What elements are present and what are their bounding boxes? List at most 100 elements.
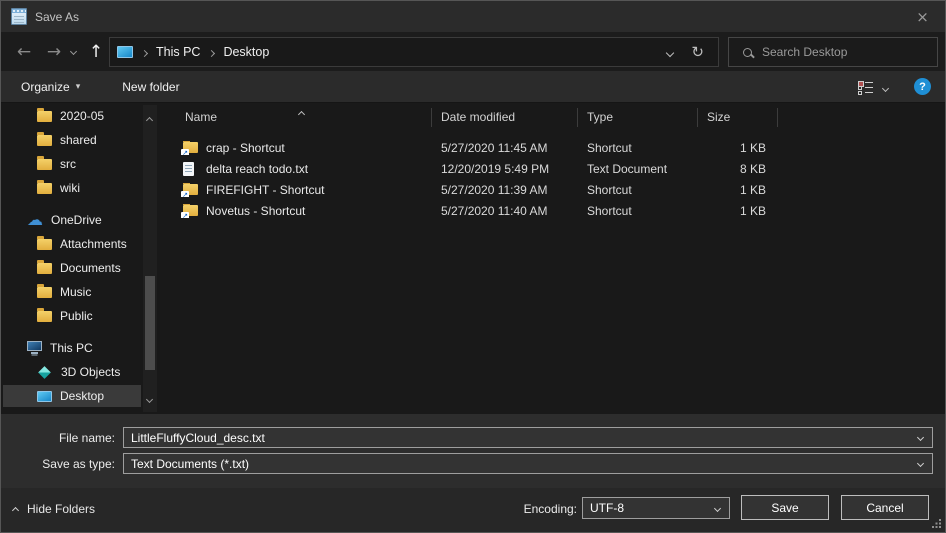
- computer-monitor-icon: [27, 341, 42, 351]
- search-input[interactable]: [762, 45, 922, 59]
- sidebar-item-label: shared: [60, 133, 97, 147]
- back-icon[interactable]: ←: [9, 32, 39, 71]
- sidebar-item-src[interactable]: src: [3, 153, 141, 175]
- filename-panel: File name: Save as type: Text Documents …: [1, 414, 945, 488]
- sidebar-item-public[interactable]: Public: [3, 305, 141, 327]
- file-date: 12/20/2019 5:49 PM: [432, 162, 578, 176]
- sidebar-item-label: wiki: [60, 181, 80, 195]
- new-folder-button[interactable]: New folder: [112, 71, 189, 103]
- sidebar-item-label: This PC: [50, 341, 93, 355]
- text-document-icon: [183, 162, 199, 176]
- file-row-firefight-shortcut[interactable]: FIREFIGHT - Shortcut 5/27/2020 11:39 AM …: [158, 179, 945, 200]
- close-icon[interactable]: ×: [900, 1, 945, 32]
- breadcrumb-chevron-icon: [142, 45, 147, 59]
- sidebar-item-label: 3D Objects: [61, 365, 120, 379]
- sidebar-scrollbar[interactable]: [143, 105, 157, 412]
- scrollbar-thumb[interactable]: [145, 276, 155, 370]
- folder-icon: [37, 159, 52, 170]
- breadcrumb-this-pc[interactable]: This PC: [156, 45, 200, 59]
- folder-icon: [37, 183, 52, 194]
- save-as-type-label: Save as type:: [1, 457, 123, 471]
- sidebar-item-label: 2020-05: [60, 109, 104, 123]
- file-date: 5/27/2020 11:45 AM: [432, 141, 578, 155]
- file-type: Shortcut: [578, 204, 698, 218]
- file-name-combobox: [123, 427, 933, 448]
- folder-icon: [37, 135, 52, 146]
- encoding-select[interactable]: UTF-8: [582, 497, 730, 519]
- breadcrumb-chevron-icon: [209, 45, 214, 59]
- column-header-size[interactable]: Size: [698, 103, 778, 131]
- scroll-down-icon[interactable]: [147, 391, 152, 405]
- this-pc-icon: [117, 46, 133, 58]
- column-header-type[interactable]: Type: [578, 103, 698, 131]
- sidebar-item-label: src: [60, 157, 76, 171]
- encoding-value: UTF-8: [590, 501, 624, 515]
- save-as-type-select[interactable]: Text Documents (*.txt): [123, 453, 933, 474]
- content-area: 2020-05 shared src wiki ☁ OneDrive Attach…: [1, 103, 945, 414]
- file-size: 1 KB: [698, 204, 778, 218]
- cube-3d-icon: [38, 366, 51, 379]
- titlebar: Save As ×: [1, 1, 945, 32]
- file-row-novetus-shortcut[interactable]: Novetus - Shortcut 5/27/2020 11:40 AM Sh…: [158, 200, 945, 221]
- column-divider[interactable]: [777, 108, 778, 127]
- sidebar-item-shared[interactable]: shared: [3, 129, 141, 151]
- folder-shortcut-icon: [183, 141, 199, 155]
- scroll-up-icon[interactable]: [147, 112, 152, 126]
- file-row-delta-reach-todo[interactable]: delta reach todo.txt 12/20/2019 5:49 PM …: [158, 158, 945, 179]
- file-type: Text Document: [578, 162, 698, 176]
- file-name-input[interactable]: [131, 431, 908, 445]
- sidebar-item-label: Attachments: [60, 237, 127, 251]
- file-type: Shortcut: [578, 141, 698, 155]
- save-button[interactable]: Save: [741, 495, 829, 520]
- view-dropdown-chevron-icon[interactable]: [883, 80, 888, 94]
- chevron-down-icon: [917, 460, 924, 467]
- save-as-dialog: Save As × ← → ↑ This PC Desktop ↻ Organi…: [0, 0, 946, 533]
- file-name: delta reach todo.txt: [206, 162, 308, 176]
- column-header-date-modified[interactable]: Date modified: [432, 103, 578, 131]
- folder-icon: [37, 239, 52, 250]
- sidebar-item-music[interactable]: Music: [3, 281, 141, 303]
- sidebar-item-this-pc[interactable]: This PC: [3, 337, 141, 359]
- help-icon[interactable]: ?: [914, 78, 931, 95]
- file-size: 1 KB: [698, 183, 778, 197]
- footer-bar: Hide Folders Encoding: UTF-8 Save Cancel: [1, 488, 945, 533]
- command-toolbar: Organize ▾ New folder ?: [1, 71, 945, 103]
- file-name: Novetus - Shortcut: [206, 204, 305, 218]
- sidebar-item-attachments[interactable]: Attachments: [3, 233, 141, 255]
- sidebar-item-desktop[interactable]: Desktop: [3, 385, 141, 407]
- onedrive-cloud-icon: ☁: [27, 215, 43, 225]
- window-title: Save As: [35, 10, 79, 24]
- up-icon[interactable]: ↑: [83, 32, 109, 71]
- resize-grip[interactable]: [932, 519, 941, 528]
- details-view-icon[interactable]: [857, 81, 873, 93]
- sidebar-item-label: Public: [60, 309, 93, 323]
- dropdown-triangle-icon: ▾: [76, 82, 81, 92]
- sidebar-item-label: Documents: [60, 261, 121, 275]
- folder-icon: [37, 287, 52, 298]
- chevron-down-icon[interactable]: [917, 434, 924, 441]
- save-as-type-value: Text Documents (*.txt): [131, 457, 249, 471]
- cancel-button[interactable]: Cancel: [841, 495, 929, 520]
- recent-locations-chevron-icon[interactable]: [65, 32, 81, 71]
- refresh-icon[interactable]: ↻: [691, 43, 704, 61]
- hide-folders-label: Hide Folders: [27, 502, 95, 516]
- column-header-name[interactable]: Name: [158, 103, 432, 131]
- breadcrumb-desktop[interactable]: Desktop: [223, 45, 269, 59]
- file-name: crap - Shortcut: [206, 141, 285, 155]
- chevron-down-icon: [714, 505, 721, 512]
- sidebar-item-wiki[interactable]: wiki: [3, 177, 141, 199]
- organize-button[interactable]: Organize ▾: [11, 71, 90, 103]
- file-row-crap-shortcut[interactable]: crap - Shortcut 5/27/2020 11:45 AM Short…: [158, 137, 945, 158]
- sidebar-item-label: OneDrive: [51, 213, 102, 227]
- address-dropdown-chevron-icon[interactable]: [667, 45, 673, 59]
- sidebar-item-documents[interactable]: Documents: [3, 257, 141, 279]
- sidebar-item-label: Desktop: [60, 389, 104, 403]
- column-headers: Name Date modified Type Size: [158, 103, 945, 131]
- hide-folders-button[interactable]: Hide Folders: [13, 502, 95, 516]
- search-icon: [743, 48, 752, 57]
- sidebar-item-onedrive[interactable]: ☁ OneDrive: [3, 209, 141, 231]
- sidebar-item-3d-objects[interactable]: 3D Objects: [3, 361, 141, 383]
- file-type: Shortcut: [578, 183, 698, 197]
- address-bar[interactable]: This PC Desktop ↻: [109, 37, 719, 67]
- sidebar-item-2020-05[interactable]: 2020-05: [3, 105, 141, 127]
